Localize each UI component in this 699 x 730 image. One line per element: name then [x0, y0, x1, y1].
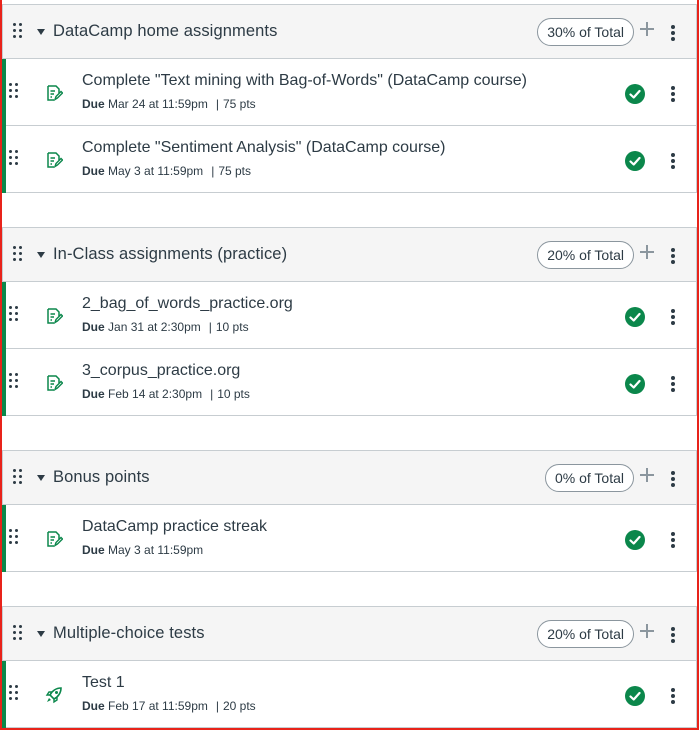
assignment-row[interactable]: 2_bag_of_words_practice.org Due Jan 31 at… [2, 282, 697, 349]
group-options-kebab-icon[interactable] [671, 627, 675, 643]
published-check-icon[interactable] [625, 307, 645, 327]
assignment-row[interactable]: Complete "Sentiment Analysis" (DataCamp … [2, 126, 697, 193]
points: 75 pts [222, 97, 256, 111]
assignment-icon [45, 84, 64, 102]
assignment-meta: Due May 3 at 11:59pm [82, 543, 203, 557]
points: 20 pts [222, 699, 256, 713]
assignment-options-kebab-icon[interactable] [671, 688, 675, 704]
assignment-meta: Due May 3 at 11:59pm | 75 pts [82, 164, 251, 178]
assignment-meta: Due Jan 31 at 2:30pm | 10 pts [82, 320, 249, 334]
published-check-icon[interactable] [625, 686, 645, 706]
group-weight-badge: 30% of Total [537, 18, 634, 46]
points: 75 pts [218, 164, 252, 178]
group-options-kebab-icon[interactable] [671, 25, 675, 41]
meta-separator: | [210, 387, 214, 401]
assignment-group: In-Class assignments (practice) 20% of To… [2, 227, 697, 416]
caret-down-icon[interactable] [37, 474, 45, 481]
add-assignment-plus-icon[interactable] [640, 22, 654, 36]
assignment-group: DataCamp home assignments 30% of Total Com… [2, 4, 697, 193]
add-assignment-plus-icon[interactable] [640, 624, 654, 638]
due-label: Due [82, 387, 105, 401]
due-label: Due [82, 320, 105, 334]
group-title: In-Class assignments (practice) [53, 245, 288, 263]
assignment-title-link[interactable]: DataCamp practice streak [82, 518, 267, 536]
due-date: Feb 14 at 2:30pm [108, 387, 203, 401]
points: 10 pts [217, 387, 250, 401]
published-check-icon[interactable] [625, 374, 645, 394]
row-drag-handle-icon[interactable] [9, 83, 21, 101]
assignment-group-header[interactable]: DataCamp home assignments 30% of Total [2, 4, 697, 59]
assignment-row[interactable]: DataCamp practice streak Due May 3 at 11:… [2, 505, 697, 572]
caret-down-icon[interactable] [37, 28, 45, 35]
row-drag-handle-icon[interactable] [9, 685, 21, 703]
due-date: May 3 at 11:59pm [108, 164, 204, 178]
assignment-row[interactable]: Test 1 Due Feb 17 at 11:59pm | 20 pts [2, 661, 697, 728]
assignment-group-header[interactable]: Bonus points 0% of Total [2, 450, 697, 505]
due-label: Due [82, 699, 105, 713]
assignment-title-link[interactable]: Test 1 [82, 674, 125, 692]
assignment-group-header[interactable]: Multiple-choice tests 20% of Total [2, 606, 697, 661]
assignment-icon [45, 307, 64, 325]
published-check-icon[interactable] [625, 84, 645, 104]
assignment-title-link[interactable]: 2_bag_of_words_practice.org [82, 295, 293, 313]
published-check-icon[interactable] [625, 151, 645, 171]
group-weight-badge: 20% of Total [537, 620, 634, 648]
assignment-options-kebab-icon[interactable] [671, 309, 675, 325]
assignment-title-link[interactable]: Complete "Sentiment Analysis" (DataCamp … [82, 139, 446, 157]
group-title: DataCamp home assignments [53, 22, 278, 40]
row-drag-handle-icon[interactable] [9, 150, 21, 168]
group-options-kebab-icon[interactable] [671, 471, 675, 487]
quiz-rocket-icon [45, 686, 63, 704]
due-label: Due [82, 97, 105, 111]
assignment-group-header[interactable]: In-Class assignments (practice) 20% of To… [2, 227, 697, 282]
due-date: May 3 at 11:59pm [108, 543, 204, 557]
assignment-icon [45, 374, 64, 392]
caret-down-icon[interactable] [37, 251, 45, 258]
add-assignment-plus-icon[interactable] [640, 245, 654, 259]
group-weight-badge: 20% of Total [537, 241, 634, 269]
meta-separator: | [215, 97, 219, 111]
row-drag-handle-icon[interactable] [9, 306, 21, 324]
meta-separator: | [211, 164, 215, 178]
caret-down-icon[interactable] [37, 630, 45, 637]
group-drag-handle-icon[interactable] [13, 624, 25, 643]
group-drag-handle-icon[interactable] [13, 245, 25, 264]
assignment-row[interactable]: Complete "Text mining with Bag-of-Words"… [2, 59, 697, 126]
assignment-icon [45, 151, 64, 169]
due-date: Mar 24 at 11:59pm [108, 97, 208, 111]
due-label: Due [82, 164, 105, 178]
points: 10 pts [215, 320, 249, 334]
assignment-row[interactable]: 3_corpus_practice.org Due Feb 14 at 2:30p… [2, 349, 697, 416]
assignment-meta: Due Mar 24 at 11:59pm | 75 pts [82, 97, 256, 111]
assignment-options-kebab-icon[interactable] [671, 532, 675, 548]
row-drag-handle-icon[interactable] [9, 529, 21, 547]
add-assignment-plus-icon[interactable] [640, 468, 654, 482]
assignment-options-kebab-icon[interactable] [671, 153, 675, 169]
assignment-options-kebab-icon[interactable] [671, 86, 675, 102]
group-title: Bonus points [53, 468, 150, 486]
assignment-title-link[interactable]: 3_corpus_practice.org [82, 362, 240, 380]
row-drag-handle-icon[interactable] [9, 373, 21, 391]
assignment-meta: Due Feb 14 at 2:30pm | 10 pts [82, 387, 250, 401]
due-date: Feb 17 at 11:59pm [108, 699, 208, 713]
assignment-meta: Due Feb 17 at 11:59pm | 20 pts [82, 699, 256, 713]
published-check-icon[interactable] [625, 530, 645, 550]
group-weight-badge: 0% of Total [544, 464, 634, 492]
group-title: Multiple-choice tests [53, 624, 205, 642]
assignment-icon [45, 530, 64, 548]
assignment-group: Bonus points 0% of Total DataCamp practice… [2, 450, 697, 572]
due-label: Due [82, 543, 105, 557]
assignment-title-link[interactable]: Complete "Text mining with Bag-of-Words"… [82, 72, 527, 90]
assignment-options-kebab-icon[interactable] [671, 376, 675, 392]
meta-separator: | [215, 699, 219, 713]
meta-separator: | [208, 320, 212, 334]
due-date: Jan 31 at 2:30pm [108, 320, 201, 334]
group-drag-handle-icon[interactable] [13, 468, 25, 487]
assignment-group: Multiple-choice tests 20% of Total Test 1 D… [2, 606, 697, 728]
group-drag-handle-icon[interactable] [13, 22, 25, 41]
group-options-kebab-icon[interactable] [671, 248, 675, 264]
